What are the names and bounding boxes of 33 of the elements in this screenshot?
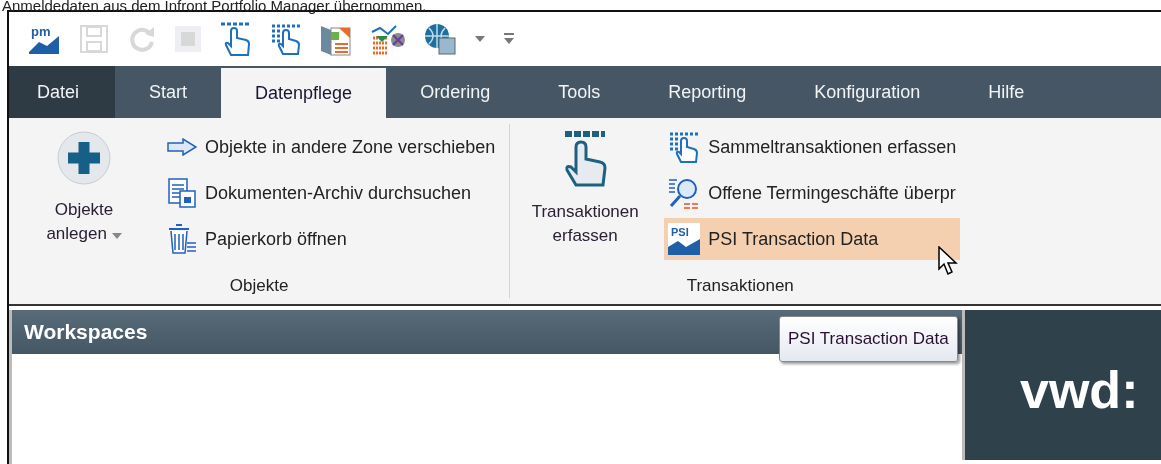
large-ribbon-button[interactable]: Objekte anlegen [19,126,149,276]
chart-icon[interactable] [370,22,406,56]
group-label: Transaktionen [685,276,795,297]
ribbon-tab[interactable]: Hilfe [954,66,1059,118]
large-ribbon-button[interactable]: Transaktionen erfassen [520,126,651,276]
document-archive-icon [167,177,197,209]
customize-toolbar-icon[interactable] [503,33,515,45]
globe-icon[interactable] [423,22,457,56]
arrow-right-icon [167,138,197,156]
ribbon-button[interactable]: Sammeltransaktionen erfassen [664,126,961,168]
ribbon-button[interactable]: Objekte in andere Zone verschieben [163,126,500,168]
ribbon-tab[interactable]: Datenpflege [221,68,387,118]
brand-logo-text: vwd: [1020,364,1139,416]
ribbon-tab[interactable]: Konfiguration [780,66,955,118]
tooltip: PSI Transaction Data [779,316,958,362]
ribbon-button[interactable]: Papierkorb öffnen [163,218,500,260]
ribbon-tab[interactable]: Tools [524,66,635,118]
ribbon-tab[interactable]: Start [115,66,222,118]
trash-icon [167,223,197,255]
add-icon [56,130,112,186]
group-label: Objekte [228,276,290,297]
mouse-cursor-icon [938,246,959,276]
ribbon-tab[interactable]: Reporting [634,66,781,118]
psi-logo-icon: PSI [668,223,701,255]
hand-pointer-icon[interactable] [219,21,253,57]
caret-icon[interactable] [474,35,486,43]
file-menu-tab[interactable]: Datei [9,66,116,118]
hand-grid-icon[interactable] [668,131,701,163]
ribbon-button[interactable]: Dokumenten-Archiv durchsuchen [163,172,500,214]
hand-grid-icon[interactable] [270,23,302,55]
magnifier-icon [668,177,701,209]
ribbon-button[interactable]: Offene Termingeschäfte überpr [664,172,961,214]
ribbon-tab[interactable]: Ordering [386,66,525,118]
